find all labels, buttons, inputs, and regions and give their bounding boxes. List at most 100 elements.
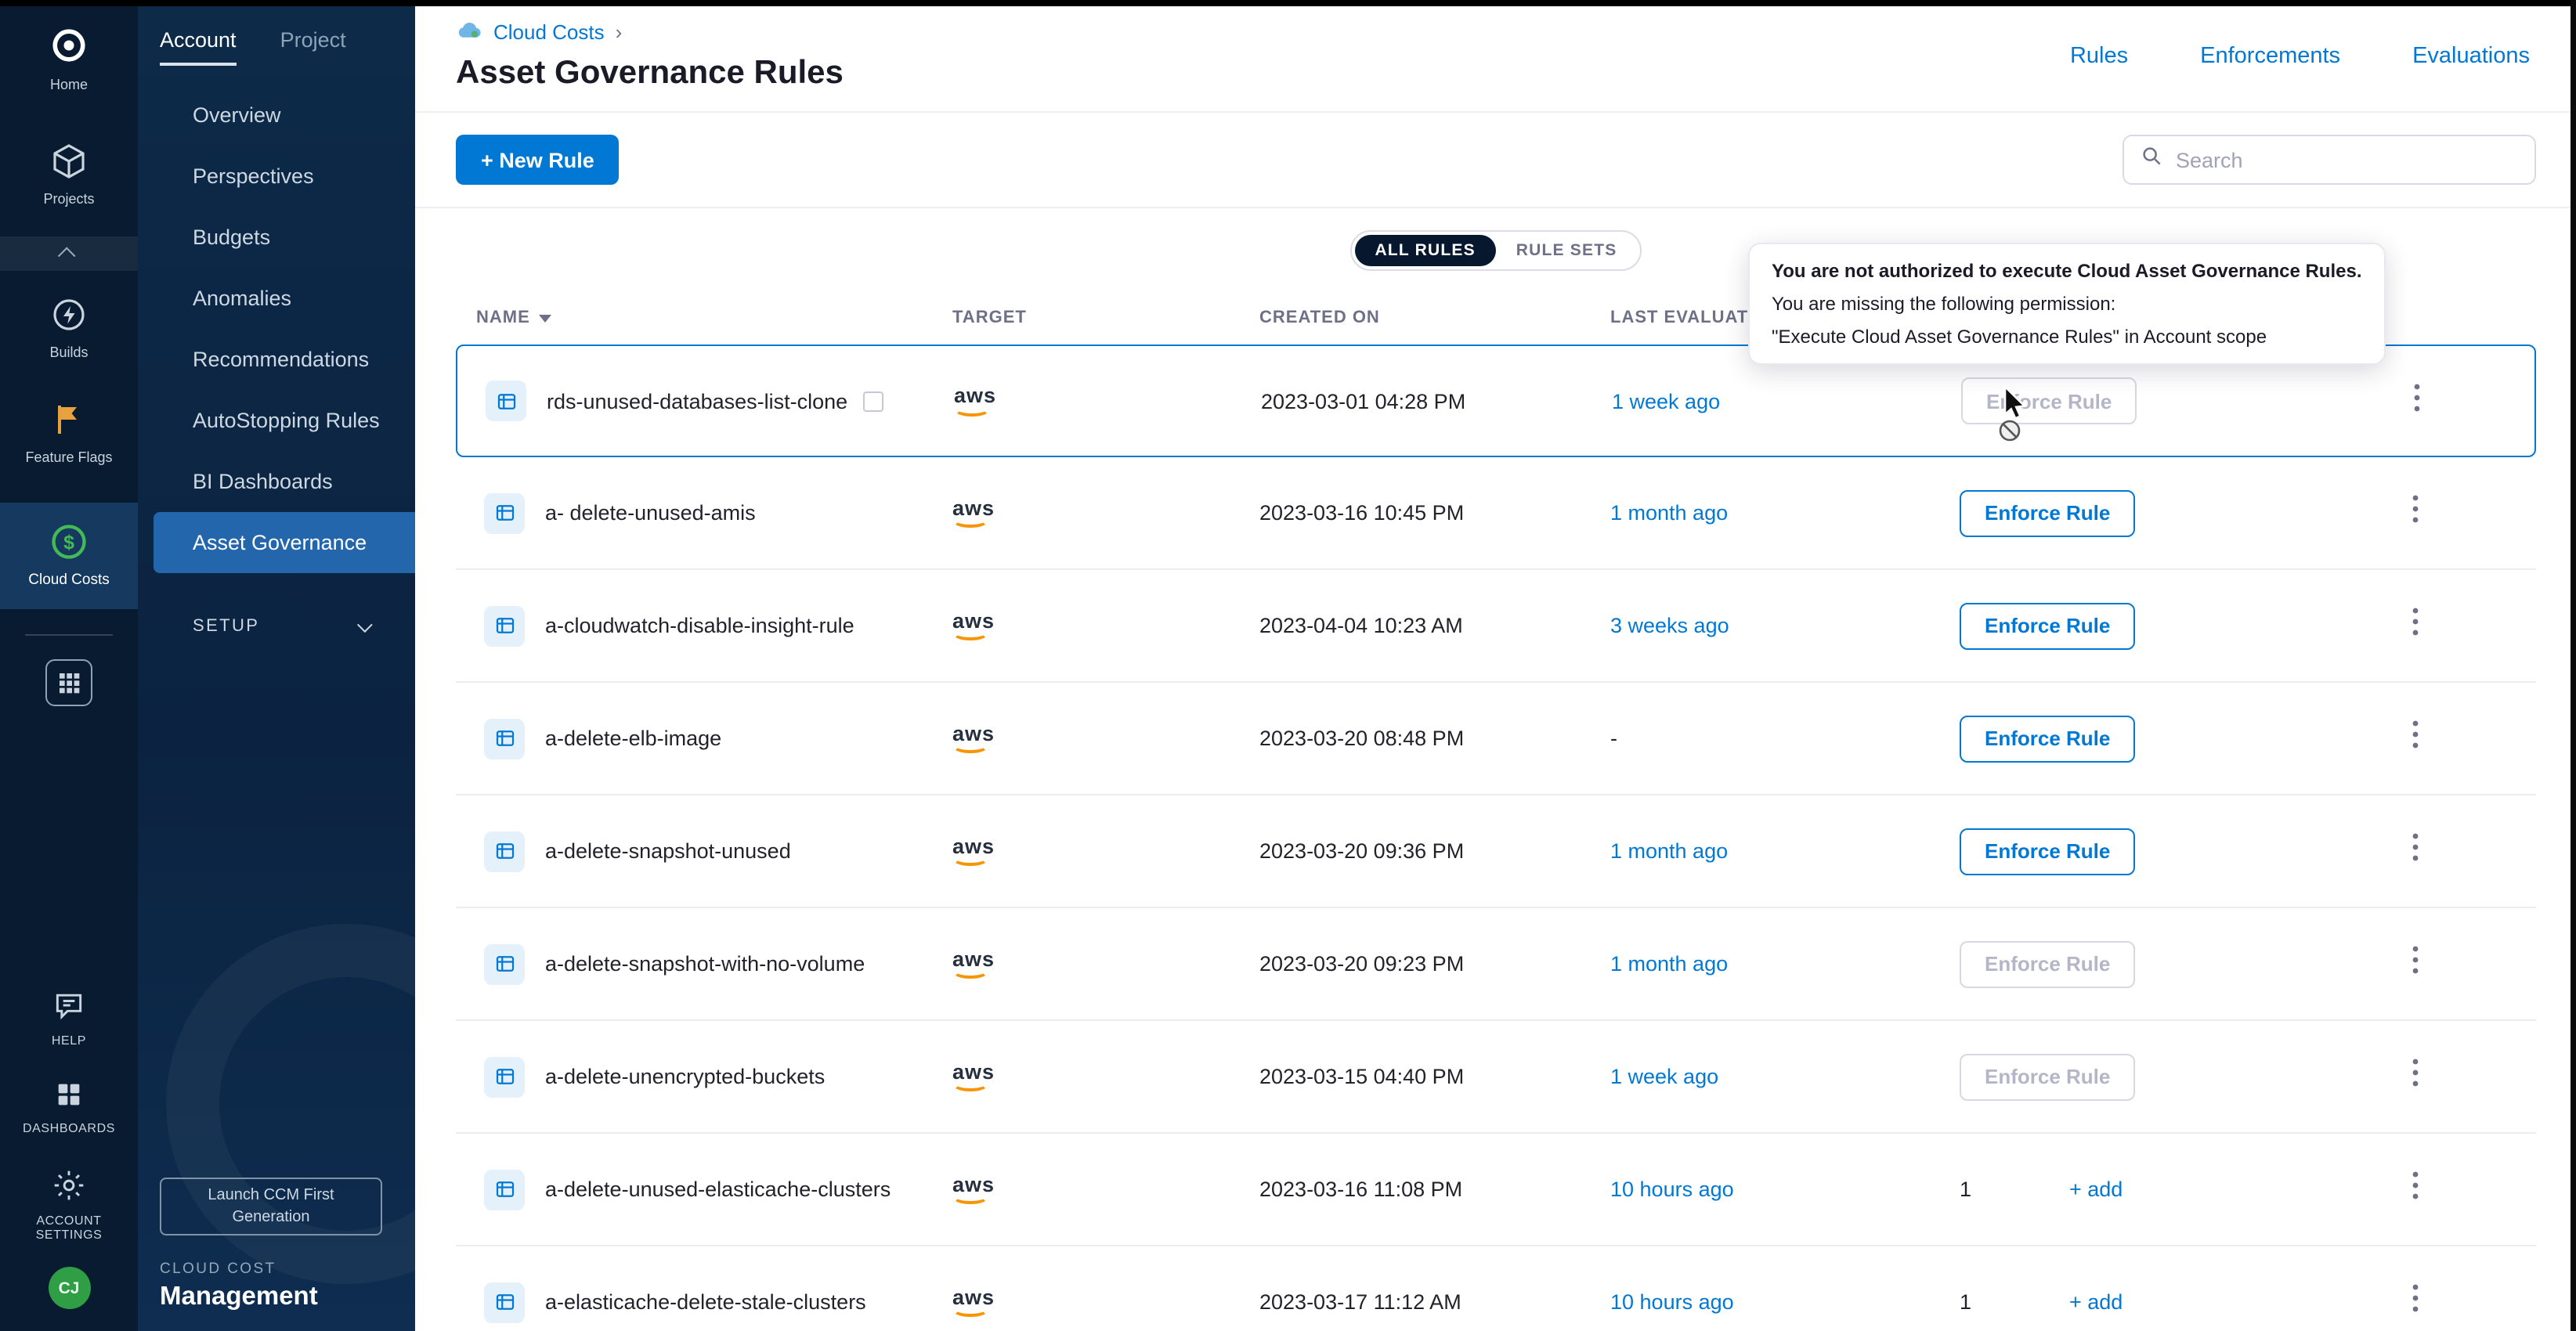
- last-evaluation: 10 hours ago: [1610, 1290, 1960, 1314]
- column-created-on[interactable]: CREATED ON: [1259, 308, 1610, 327]
- tab-account[interactable]: Account: [160, 28, 237, 66]
- row-menu-kebab[interactable]: [2406, 1278, 2425, 1326]
- toolbar: + New Rule: [415, 113, 2576, 208]
- sidebar-item-perspectives[interactable]: Perspectives: [138, 146, 415, 207]
- column-target[interactable]: TARGET: [952, 308, 1259, 327]
- rail-item-feature-flags[interactable]: Feature Flags: [0, 401, 138, 466]
- created-on: 2023-03-20 08:48 PM: [1259, 727, 1610, 750]
- rule-name: a- delete-unused-amis: [545, 501, 756, 525]
- table-row[interactable]: a-cloudwatch-disable-insight-rule aws 20…: [456, 570, 2536, 683]
- aws-logo: aws: [952, 836, 995, 867]
- rule-icon: [486, 381, 526, 421]
- rail-item-dashboards[interactable]: DASHBOARDS: [0, 1080, 138, 1136]
- row-menu-kebab[interactable]: [2406, 1165, 2425, 1214]
- segment-rule-sets[interactable]: RULE SETS: [1496, 235, 1638, 266]
- sidebar-item-autostopping-rules[interactable]: AutoStopping Rules: [138, 390, 415, 451]
- aws-smile-icon: [952, 965, 988, 979]
- rail-item-cloud-costs[interactable]: $ Cloud Costs: [0, 503, 138, 610]
- rule-checkbox[interactable]: [863, 391, 883, 411]
- nav-link-rules[interactable]: Rules: [2070, 44, 2128, 69]
- tooltip-line: You are not authorized to execute Cloud …: [1772, 260, 2362, 282]
- svg-text:$: $: [63, 532, 74, 554]
- table-row[interactable]: a-elasticache-delete-stale-clusters aws …: [456, 1246, 2536, 1331]
- ccm-sidebar: Account Project Overview Perspectives Bu…: [138, 0, 415, 1331]
- new-rule-button[interactable]: + New Rule: [456, 135, 620, 185]
- enforce-rule-button[interactable]: Enforce Rule: [1960, 715, 2135, 762]
- rail-item-home[interactable]: Home: [0, 25, 138, 93]
- nav-link-enforcements[interactable]: Enforcements: [2200, 44, 2340, 69]
- enforce-rule-button[interactable]: Enforce Rule: [1960, 828, 2135, 875]
- rule-icon: [484, 1169, 525, 1210]
- aws-smile-icon: [952, 1191, 988, 1205]
- last-evaluation: 1 month ago: [1610, 839, 1960, 863]
- rail-label: Home: [50, 77, 88, 93]
- rule-name: a-delete-unused-elasticache-clusters: [545, 1178, 891, 1201]
- rail-item-account-settings[interactable]: ACCOUNT SETTINGS: [0, 1167, 138, 1242]
- row-menu-kebab[interactable]: [2406, 489, 2425, 537]
- enforce-rule-button[interactable]: Enforce Rule: [1960, 940, 2135, 987]
- sidebar-item-anomalies[interactable]: Anomalies: [138, 268, 415, 329]
- main-content: Cloud Costs › Asset Governance Rules Rul…: [415, 0, 2576, 1331]
- tab-project[interactable]: Project: [280, 28, 346, 66]
- rule-icon: [484, 492, 525, 533]
- table-row[interactable]: a-delete-unencrypted-buckets aws 2023-03…: [456, 1021, 2536, 1134]
- dashboards-grid-icon: [53, 1080, 85, 1114]
- help-chat-icon: [52, 989, 86, 1026]
- search-icon: [2140, 144, 2163, 175]
- last-evaluation: 3 weeks ago: [1610, 614, 1960, 637]
- row-menu-kebab[interactable]: [2406, 714, 2425, 763]
- rail-item-builds[interactable]: Builds: [0, 295, 138, 360]
- sidebar-item-recommendations[interactable]: Recommendations: [138, 329, 415, 390]
- sort-caret-icon[interactable]: [540, 314, 552, 322]
- launch-ccm-first-gen-button[interactable]: Launch CCM First Generation: [160, 1178, 382, 1235]
- row-menu-kebab[interactable]: [2406, 601, 2425, 650]
- aws-smile-icon: [952, 627, 988, 641]
- rail-item-projects[interactable]: Projects: [0, 143, 138, 208]
- row-menu-kebab[interactable]: [2406, 940, 2425, 988]
- enforce-rule-button[interactable]: Enforce Rule: [1960, 602, 2135, 649]
- table-row[interactable]: a- delete-unused-amis aws 2023-03-16 10:…: [456, 457, 2536, 570]
- add-enforcement-link[interactable]: + add: [2069, 1290, 2123, 1313]
- table-row[interactable]: a-delete-snapshot-unused aws 2023-03-20 …: [456, 795, 2536, 908]
- sidebar-item-asset-governance[interactable]: Asset Governance: [154, 512, 415, 573]
- enforcement-count: 1: [1960, 1177, 1971, 1200]
- column-name[interactable]: NAME: [476, 308, 530, 327]
- breadcrumb-separator: ›: [616, 20, 623, 44]
- module-rail: Home Projects Builds: [0, 0, 138, 1331]
- aws-logo: aws: [952, 723, 995, 754]
- search-input[interactable]: [2176, 148, 2519, 171]
- breadcrumb-link-cloud-costs[interactable]: Cloud Costs: [493, 20, 605, 44]
- segment-all-rules[interactable]: ALL RULES: [1355, 235, 1496, 266]
- feature-flags-icon: [50, 401, 88, 442]
- rules-segmented-control: ALL RULES RULE SETS: [1350, 230, 1642, 271]
- sidebar-item-bi-dashboards[interactable]: BI Dashboards: [138, 451, 415, 512]
- rail-collapse-toggle[interactable]: [0, 236, 138, 270]
- row-menu-kebab[interactable]: [2406, 827, 2425, 875]
- table-row[interactable]: a-delete-snapshot-with-no-volume aws 202…: [456, 908, 2536, 1021]
- setup-label: SETUP: [193, 617, 259, 636]
- row-menu-kebab[interactable]: [2406, 1052, 2425, 1101]
- builds-icon: [50, 295, 88, 336]
- rail-item-help[interactable]: HELP: [0, 989, 138, 1048]
- nav-link-evaluations[interactable]: Evaluations: [2412, 44, 2530, 69]
- add-enforcement-link[interactable]: + add: [2069, 1177, 2123, 1200]
- rule-icon: [484, 605, 525, 646]
- sidebar-item-overview[interactable]: Overview: [138, 85, 415, 146]
- enforce-rule-button[interactable]: Enforce Rule: [1960, 1053, 2135, 1100]
- rules-table-area: ALL RULES RULE SETS NAME TARGET CREATED …: [415, 208, 2576, 1331]
- module-switcher-icon[interactable]: [45, 660, 92, 707]
- scope-tabs: Account Project: [138, 0, 415, 66]
- rule-icon: [484, 1282, 525, 1322]
- sidebar-item-budgets[interactable]: Budgets: [138, 207, 415, 268]
- row-menu-kebab[interactable]: [2408, 377, 2426, 425]
- screen-top-edge: [0, 0, 2576, 6]
- enforcement-count: 1: [1960, 1290, 1971, 1313]
- user-avatar[interactable]: CJ: [48, 1267, 90, 1309]
- enforce-rule-button[interactable]: Enforce Rule: [1961, 377, 2137, 424]
- table-row[interactable]: a-delete-unused-elasticache-clusters aws…: [456, 1134, 2536, 1246]
- enforce-rule-button[interactable]: Enforce Rule: [1960, 489, 2135, 536]
- sidebar-setup-toggle[interactable]: SETUP: [138, 617, 415, 636]
- table-row[interactable]: a-delete-elb-image aws 2023-03-20 08:48 …: [456, 683, 2536, 795]
- rail-label: DASHBOARDS: [13, 1122, 125, 1136]
- rail-label: HELP: [13, 1034, 125, 1048]
